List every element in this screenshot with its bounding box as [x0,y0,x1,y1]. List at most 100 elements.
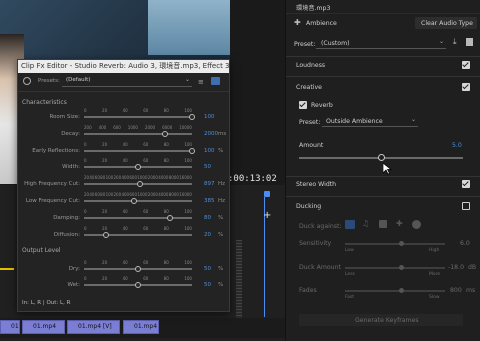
param-row: High Frequency Cut: 20 40 60 80 100 200 400 600 1… [18,175,229,191]
param-handle[interactable] [162,130,168,137]
param-slider[interactable] [84,216,192,219]
reverb-preset-dropdown[interactable]: Outside Ambience ⌄ [322,116,418,127]
clip[interactable]: 01.mp4 [22,320,65,334]
param-handle[interactable] [130,198,137,204]
save-preset-icon[interactable]: ⤓ [453,37,457,47]
param-slider[interactable] [84,149,192,152]
sensitivity-handle[interactable] [399,241,404,246]
audio-type-label: Ambience [306,20,337,27]
param-ticks: 0 20 40 60 80 100 [84,108,192,113]
sfx-icon[interactable] [379,220,387,228]
output-unit: % [218,266,224,272]
chevron-down-icon: ⌄ [184,76,190,83]
stereo-width-checkbox[interactable] [462,180,470,188]
ambience-icon[interactable]: ✚ [396,219,403,228]
audio-level-line [0,268,14,270]
ducking-label: Ducking [296,203,322,210]
clip[interactable]: 01.mp4 [123,320,159,334]
param-unit: % [218,214,224,221]
amount-slider-handle[interactable] [378,154,385,161]
duck-amount-slider[interactable] [345,267,445,269]
sensitivity-slider[interactable] [345,243,445,245]
param-value[interactable]: 385 [204,198,215,204]
param-label: Width: [62,164,80,171]
param-slider[interactable] [84,233,192,236]
duck-amount-unit: dB [468,264,477,271]
power-icon[interactable] [23,77,31,85]
param-value[interactable]: 100 [204,148,215,154]
tick-label: 20 [102,276,108,281]
param-row: Room Size: 0 20 40 60 80 100 100 [18,108,229,124]
param-ticks: 20 40 60 80 100 200 400 600 1000 2000 4000 8000 1600… [84,175,192,180]
amount-value[interactable]: 5.0 [452,142,462,149]
param-label: Damping: [53,214,80,221]
output-ticks: 0 20 40 60 80 100 [84,276,192,281]
add-icon[interactable]: + [263,210,271,221]
clip[interactable]: 01.mp4 [V] [67,320,120,334]
param-slider[interactable] [84,132,192,135]
param-ticks: 0 20 40 60 80 100 [84,226,192,231]
tick-label: 80 [163,260,169,265]
tick-label: 60 [143,208,149,214]
sensitivity-value: 6.0 [460,240,470,247]
music-icon[interactable]: ♫ [362,219,369,228]
tick-label: 60 [143,141,149,147]
ducking-checkbox[interactable] [462,202,470,210]
tick-label: 60 [94,175,100,181]
loudness-checkbox[interactable] [462,61,470,69]
param-handle[interactable] [102,231,109,238]
param-handle[interactable] [135,164,141,171]
output-value[interactable]: 50 [204,282,211,288]
unassigned-icon[interactable] [412,220,421,229]
param-handle[interactable] [137,181,144,188]
tick-label: 100 [184,208,192,214]
fades-slider[interactable] [345,290,445,292]
param-value[interactable]: 50 [204,164,211,170]
tick-label: 100 [184,108,192,113]
fades-value: 800 [450,287,462,294]
param-value[interactable]: 80 [204,215,211,221]
dialogue-icon[interactable] [345,220,355,229]
trash-icon[interactable] [466,38,473,46]
param-slider[interactable] [84,116,192,118]
stereo-width-label: Stereo Width [296,181,337,188]
tick-label: 80 [163,276,169,281]
param-value[interactable]: 897 [204,181,215,187]
preset-label: Preset: [294,41,316,48]
output-handle[interactable] [135,282,141,288]
tick-label: 20 [102,260,108,265]
param-label: Diffusion: [53,231,80,238]
param-handle[interactable] [189,114,195,120]
param-value[interactable]: 100 [204,114,215,120]
param-value[interactable]: 2000 [204,131,218,137]
preset-menu-icon[interactable]: ≡ [198,78,204,86]
output-value[interactable]: 50 [204,266,211,272]
tick-label: 100 [105,192,114,197]
fades-handle[interactable] [399,288,404,293]
output-handle[interactable] [135,266,141,272]
reverb-checkbox[interactable] [299,101,307,109]
clip[interactable]: 01.mp4 [V] [0,320,20,334]
param-value[interactable]: 20 [204,232,211,238]
video-window-region [148,0,230,55]
param-row: Early Reflections: 0 20 40 60 80 100 100% [18,142,229,158]
param-handle[interactable] [167,214,174,221]
creative-label: Creative [296,84,322,91]
save-preset-icon[interactable] [211,77,220,85]
param-slider[interactable] [84,200,192,202]
tick-label: 4000 [158,192,169,197]
chevron-down-icon: ⌄ [410,116,416,123]
fx-toolbar: Presets: (Default) ⌄ ≡ [18,73,229,92]
creative-checkbox[interactable] [462,83,470,91]
param-handle[interactable] [189,147,195,154]
tick-label: 6000 [162,124,173,130]
presets-label: Presets: [38,78,60,84]
generate-keyframes-button[interactable]: Generate Keyframes [299,314,463,326]
duck-amount-handle[interactable] [399,265,404,270]
tick-label: 60 [143,225,149,231]
duck-amount-value: -18.0 [448,264,465,271]
clear-audio-type-button[interactable]: Clear Audio Type [415,17,477,29]
param-row: Diffusion: 0 20 40 60 80 100 20% [18,226,229,242]
presets-dropdown[interactable]: (Default) ⌄ [62,76,192,87]
preset-dropdown[interactable]: (Custom) ⌄ [316,38,446,49]
